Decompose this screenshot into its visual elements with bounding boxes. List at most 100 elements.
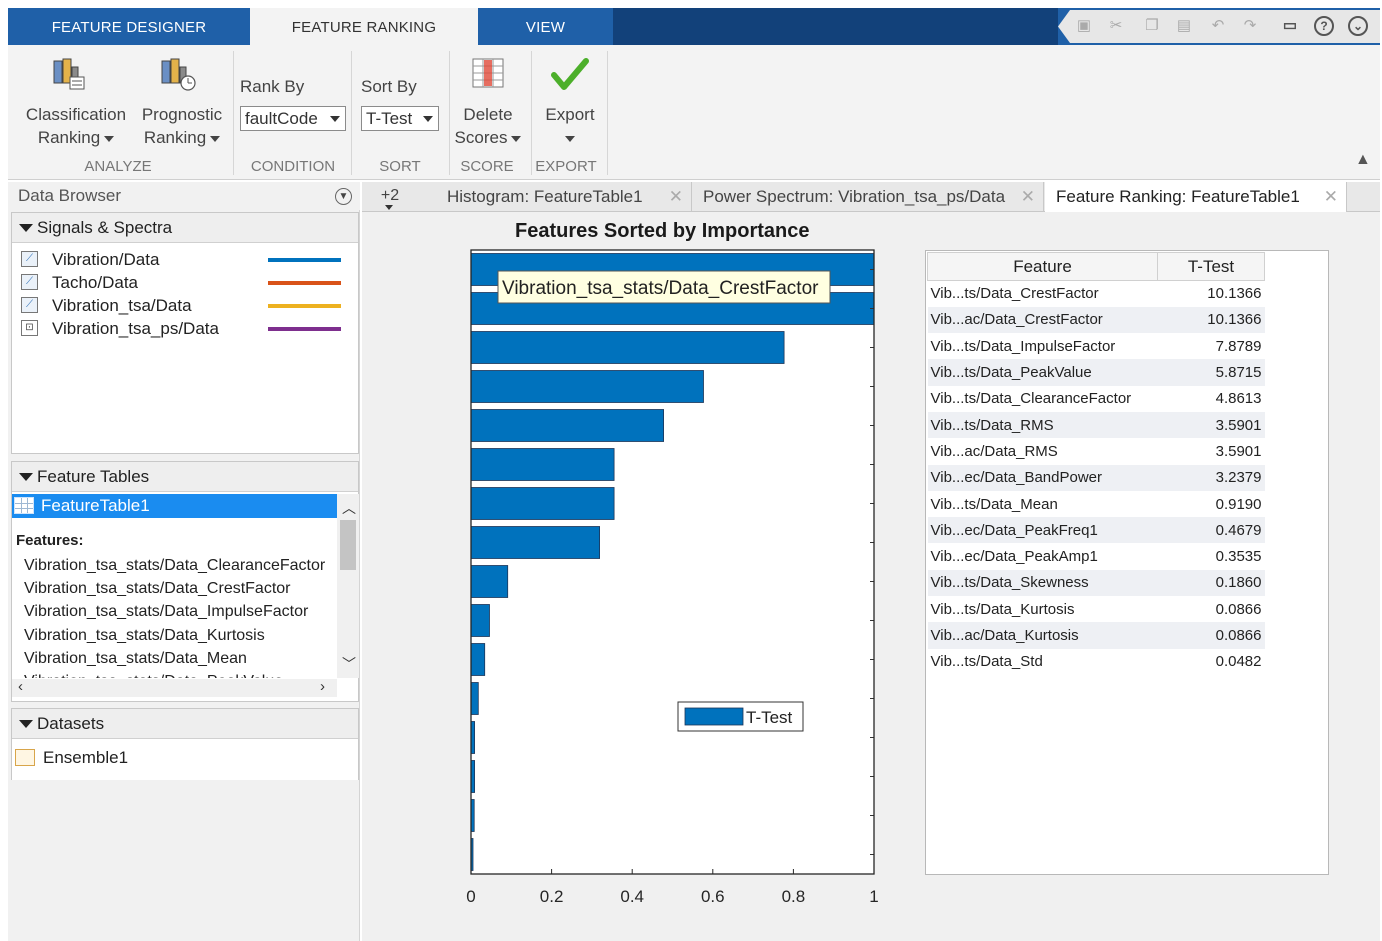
help-icon[interactable]: ? [1314,16,1334,36]
classification-ranking-button[interactable]: Classification Ranking [14,103,138,149]
feature-cell: Vib...ec/Data_PeakFreq1 [927,517,1158,544]
signal-item[interactable]: ⊡ Vibration_tsa_ps/Data [12,317,358,340]
save-icon[interactable]: ▣ [1074,16,1094,36]
close-icon[interactable]: ✕ [669,182,683,212]
copy-icon[interactable]: ❐ [1142,16,1162,36]
chevron-down-icon [210,135,221,142]
scroll-down-icon[interactable]: ﹀ [342,654,356,674]
window-icon[interactable]: ▭ [1280,16,1300,36]
table-row[interactable]: Vib...ts/Data_Std 0.0482 [928,649,1265,675]
chevron-down-icon[interactable]: ▼ [335,188,352,205]
condition-section-label: CONDITION [250,158,336,175]
signal-color-line [268,327,341,331]
redo-icon[interactable]: ↷ [1240,16,1260,36]
chart-bar[interactable] [470,643,486,676]
column-header-feature[interactable]: Feature [927,252,1158,281]
table-row[interactable]: Vib...ac/Data_RMS 3.5901 [928,438,1265,464]
x-tick-label: 0.8 [782,887,806,906]
column-header-ttest[interactable]: T-Test [1157,252,1265,281]
close-icon[interactable]: ✕ [1021,182,1035,212]
feature-cell: Vib...ts/Data_CrestFactor [930,285,1099,303]
chart-bar[interactable] [470,604,490,637]
signal-item[interactable]: ⟋ Vibration/Data [12,248,358,271]
signal-name: Tacho/Data [52,273,138,292]
chart-bar[interactable] [470,370,704,403]
prognostic-ranking-label: Prognostic [141,105,223,124]
table-row[interactable]: Vib...ec/Data_PeakFreq1 0.4679 [927,517,1265,544]
feature-tables-section-header[interactable]: Feature Tables [12,462,358,492]
more-tabs-button[interactable]: +2 [375,182,405,212]
feature-importance-chart: 0 0.2 0.4 0.6 0.8 1 Vibration_tsa_stats/Data_C… [466,249,879,906]
ttest-cell: 0.3535 [1215,548,1262,566]
ranking-table: Feature T-Test Vib...ts/Data_CrestFactor… [927,252,1265,675]
toolstrip-tabs: FEATURE DESIGNER FEATURE RANKING VIEW ▣ … [8,8,1380,45]
prognostic-ranking-button[interactable]: Prognostic Ranking [132,103,232,149]
table-row[interactable]: Vib...ts/Data_Skewness 0.1860 [927,569,1265,597]
scroll-left-icon[interactable]: ‹ [18,678,23,695]
ttest-cell: 0.0866 [1157,622,1265,649]
table-row[interactable]: Vib...ac/Data_Kurtosis 0.0866 [927,622,1265,649]
chart-bar[interactable] [470,331,785,364]
close-icon[interactable]: ✕ [1324,182,1338,212]
datasets-section-header[interactable]: Datasets [12,709,358,739]
table-row[interactable]: Vib...ec/Data_BandPower 3.2379 [927,464,1265,491]
signal-name: Vibration_tsa/Data [52,296,192,315]
table-icon [14,497,34,514]
ttest-cell: 3.2379 [1157,464,1265,491]
analyze-section-label: ANALYZE [84,158,152,175]
feature-item: Vibration_tsa_stats/Data_CrestFactor [24,580,291,598]
table-row[interactable]: Vib...ts/Data_PeakValue 5.8715 [927,359,1265,386]
tab-view[interactable]: VIEW [478,8,613,45]
chart-bar[interactable] [470,448,615,481]
vertical-scrollbar[interactable]: ︿ ﹀ [337,494,359,678]
chart-bar[interactable] [470,682,479,715]
delete-scores-button[interactable]: Delete Scores [452,103,524,149]
table-row[interactable]: Vib...ts/Data_ImpulseFactor 7.8789 [928,333,1265,359]
chart-bar[interactable] [470,526,601,559]
signals-panel: Signals & Spectra ⟋ Vibration/Data ⟋ Tac… [11,212,359,454]
cut-icon[interactable]: ✂ [1106,16,1126,36]
classification-ranking-icon [50,57,88,98]
table-row[interactable]: Vib...ts/Data_CrestFactor 10.1366 [928,281,1265,307]
tab-histogram-label: Histogram: FeatureTable1 [447,187,643,206]
feature-item: Vibration_tsa_stats/Data_ImpulseFactor [24,603,309,621]
paste-icon[interactable]: ▤ [1174,16,1194,36]
tab-power-spectrum[interactable]: Power Spectrum: Vibration_tsa_ps/Data ✕ [692,182,1044,212]
feature-table-item[interactable]: FeatureTable1 [12,494,337,518]
scroll-right-icon[interactable]: › [320,678,325,695]
collapse-ribbon-icon[interactable]: ▲ [1355,151,1371,169]
export-button[interactable]: Export [536,103,604,149]
scroll-up-icon[interactable]: ︿ [342,498,356,518]
tab-histogram[interactable]: Histogram: FeatureTable1 ✕ [436,182,692,212]
ensemble-icon [15,749,35,766]
ttest-cell: 3.5901 [1215,442,1262,460]
table-row[interactable]: Vib...ts/Data_Kurtosis 0.0866 [928,596,1265,622]
table-row[interactable]: Vib...ec/Data_PeakAmp1 0.3535 [928,543,1265,569]
signal-item[interactable]: ⟋ Vibration_tsa/Data [12,294,358,317]
table-row[interactable]: Vib...ts/Data_Mean 0.9190 [928,491,1265,517]
score-section-label: SCORE [460,158,514,175]
tab-feature-ranking[interactable]: FEATURE RANKING [250,8,478,45]
rank-by-label: Rank By [240,77,305,96]
feature-cell: Vib...ec/Data_PeakAmp1 [930,548,1098,566]
undo-icon[interactable]: ↶ [1208,16,1228,36]
feature-cell: Vib...ac/Data_CrestFactor [927,306,1158,334]
chart-bar[interactable] [470,409,665,442]
dataset-item[interactable]: Ensemble1 [12,746,358,770]
sort-by-dropdown[interactable]: T-Test [361,106,439,131]
signals-section-header[interactable]: Signals & Spectra [12,213,358,243]
feature-cell: Vib...ts/Data_Mean [930,495,1058,513]
rank-by-dropdown[interactable]: faultCode [240,106,346,131]
tab-feature-ranking-doc[interactable]: Feature Ranking: FeatureTable1 ✕ [1045,182,1347,213]
scroll-thumb[interactable] [340,520,356,570]
table-row[interactable]: Vib...ts/Data_ClearanceFactor 4.8613 [928,386,1265,412]
tab-feature-designer[interactable]: FEATURE DESIGNER [8,8,250,45]
chart-bar[interactable] [470,565,509,598]
chart-bar[interactable] [470,487,615,520]
classification-ranking-label-2: Ranking [37,128,101,147]
table-row[interactable]: Vib...ac/Data_CrestFactor 10.1366 [927,306,1265,334]
signal-item[interactable]: ⟋ Tacho/Data [12,271,358,294]
horizontal-scrollbar[interactable]: ‹ › [12,678,337,697]
table-row[interactable]: Vib...ts/Data_RMS 3.5901 [927,411,1265,439]
options-icon[interactable]: ⌄ [1348,16,1368,36]
